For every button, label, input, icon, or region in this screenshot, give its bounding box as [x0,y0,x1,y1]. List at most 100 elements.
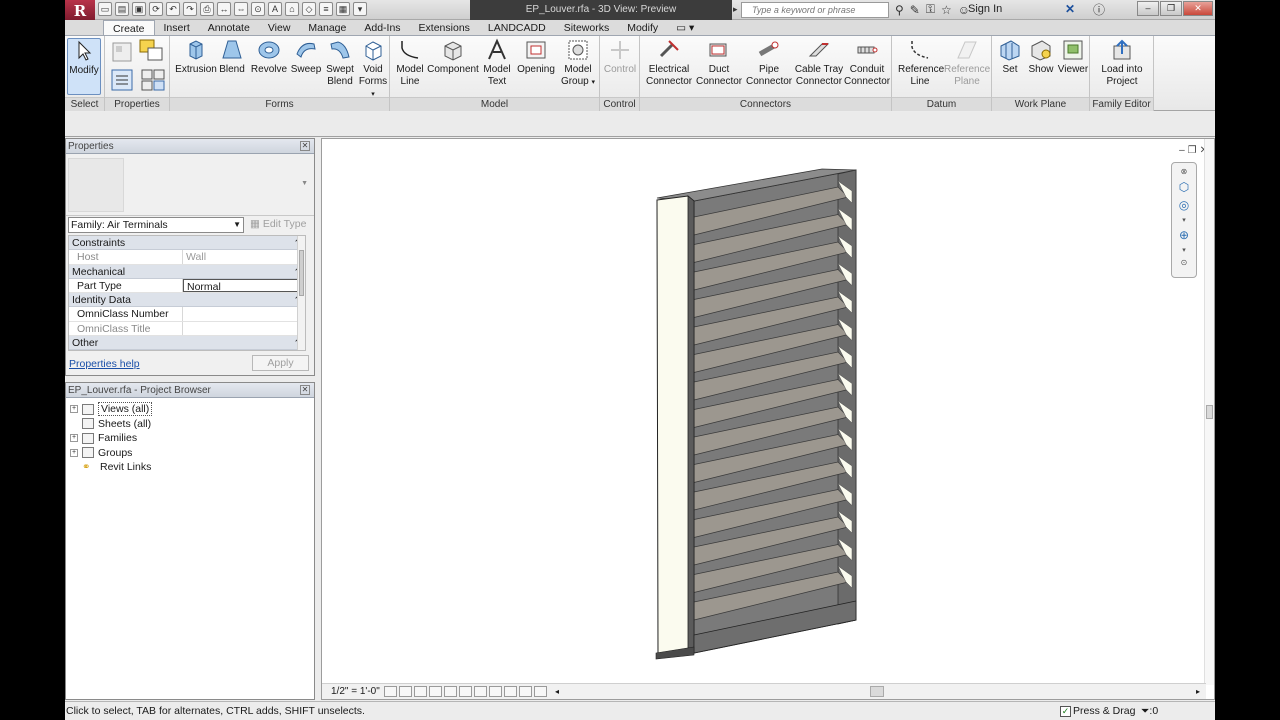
binoculars-icon[interactable]: ⚲ [895,3,904,17]
family-category-icon[interactable] [138,38,166,64]
search-input[interactable]: Type a keyword or phrase [741,2,889,18]
expand-icon[interactable]: + [70,448,78,457]
viewer-button[interactable]: Viewer [1056,38,1090,76]
steering-wheel-icon[interactable]: ◎ [1172,198,1196,212]
aligned-dimension-icon[interactable]: ⇔ [234,2,248,16]
communication-icon[interactable]: ✎ [910,3,920,17]
undo-icon[interactable]: ↶ [166,2,180,16]
crop-view-icon[interactable] [444,686,457,697]
shadows-icon[interactable] [429,686,442,697]
revolve-button[interactable]: Revolve [250,38,288,76]
tree-item-sheets[interactable]: Sheets (all) [70,417,152,432]
louver-3d-model[interactable] [652,165,892,665]
visual-style-icon[interactable] [399,686,412,697]
tag-icon[interactable]: ⊙ [251,2,265,16]
favorites-star-icon[interactable]: ☆ [941,3,952,17]
vertical-scrollbar[interactable] [1204,139,1214,685]
model-group-button[interactable]: Model Group ▾ [560,38,596,89]
type-selector[interactable]: ▼ [66,154,314,216]
family-filter-select[interactable]: Family: Air Terminals ▼ [68,217,244,233]
drawing-area-3d-view[interactable]: – ❐ ✕ ⊗ ⬡ ◎ ▾ ⊕ ▾ ⊙ [321,138,1215,700]
reference-plane-button[interactable]: Reference Plane [944,38,990,88]
section-icon[interactable]: ◇ [302,2,316,16]
viewcube-icon[interactable]: ⬡ [1172,180,1196,194]
open-folder-icon[interactable]: ▤ [115,2,129,16]
show-crop-region-icon[interactable] [459,686,472,697]
close-palette-icon[interactable]: ✕ [300,141,310,151]
selection-filter[interactable]: ⏷:0 [1141,702,1158,720]
edit-type-button[interactable]: ▦ Edit Type [250,218,306,230]
scrollbar-thumb[interactable] [1206,405,1213,419]
detail-level-icon[interactable] [384,686,397,697]
tab-siteworks[interactable]: Siteworks [555,20,619,35]
tab-manage[interactable]: Manage [299,20,355,35]
restore-view-icon[interactable]: ❐ [1188,145,1197,156]
subscription-key-icon[interactable]: ⚿ [926,2,935,17]
customize-qat-icon[interactable]: ▾ [353,2,367,16]
chevron-down-icon[interactable]: ▾ [1172,216,1196,224]
opening-button[interactable]: Opening [514,38,558,76]
properties-help-link[interactable]: Properties help [69,358,140,370]
restore-button[interactable]: ❐ [1160,1,1182,16]
press-drag-toggle[interactable]: ✓ Press & Drag [1060,702,1135,720]
set-work-plane-button[interactable]: Set [996,38,1024,76]
show-work-plane-button[interactable]: Show [1026,38,1056,76]
group-other[interactable]: Other ⌃ [69,336,305,350]
tree-item-groups[interactable]: + Groups [70,446,152,461]
model-line-button[interactable]: Model Line [394,38,426,88]
scroll-left-icon[interactable]: ◂ [555,687,559,696]
duct-connector-button[interactable]: Duct Connector [696,38,742,88]
tab-extensions[interactable]: Extensions [410,20,479,35]
blend-button[interactable]: Blend [218,38,246,76]
tab-modify[interactable]: Modify [618,20,667,35]
minimize-button[interactable]: – [1137,1,1159,16]
tab-landcadd[interactable]: LANDCADD [479,20,555,35]
cable-tray-connector-button[interactable]: Cable Tray Connector [794,38,844,88]
omniclass-number-field[interactable] [183,307,305,321]
sync-icon[interactable]: ⟳ [149,2,163,16]
load-into-project-button[interactable]: Load into Project [1096,38,1148,88]
view-scale[interactable]: 1/2" = 1'-0" [322,686,384,697]
thin-lines-icon[interactable]: ≡ [319,2,333,16]
navbar-settings-icon[interactable]: ⊙ [1172,258,1196,267]
family-types-icon[interactable] [140,68,166,92]
tree-item-families[interactable]: + Families [70,431,152,446]
minimize-view-icon[interactable]: – [1179,145,1185,156]
component-button[interactable]: Component [426,38,480,76]
horizontal-scroll-thumb[interactable] [870,686,884,697]
pipe-connector-button[interactable]: Pipe Connector [746,38,792,88]
text-icon[interactable]: A [268,2,282,16]
properties-scrollbar[interactable] [297,236,305,350]
checkbox-checked-icon[interactable]: ✓ [1060,705,1071,717]
sign-in-button[interactable]: Sign In [968,3,1002,15]
chevron-down-icon[interactable]: ▾ [1172,246,1196,254]
tab-annotate[interactable]: Annotate [199,20,259,35]
analytical-model-icon[interactable] [519,686,532,697]
type-properties-icon[interactable] [110,40,134,64]
tab-view[interactable]: View [259,20,300,35]
ribbon-minimize-toggle[interactable]: ▭ ▾ [667,20,703,35]
apply-button[interactable]: Apply [252,355,309,371]
control-button[interactable]: Control [602,38,638,76]
navbar-close-icon[interactable]: ⊗ [1172,167,1196,176]
highlight-displacement-icon[interactable] [534,686,547,697]
reveal-hidden-icon[interactable] [504,686,517,697]
void-forms-button[interactable]: Void Forms ▾ [358,38,388,101]
group-identity-data[interactable]: Identity Data ⌃ [69,293,305,307]
tab-add-ins[interactable]: Add-Ins [355,20,409,35]
save-icon[interactable]: ▣ [132,2,146,16]
group-mechanical[interactable]: Mechanical ⌃ [69,264,305,279]
application-menu-button[interactable]: R [65,0,95,22]
zoom-icon[interactable]: ⊕ [1172,228,1196,242]
close-palette-icon[interactable]: ✕ [300,385,310,395]
tree-item-views[interactable]: + Views (all) [70,402,153,417]
lock-3d-view-icon[interactable] [474,686,487,697]
switch-windows-icon[interactable]: ▦ [336,2,350,16]
temporary-hide-icon[interactable] [489,686,502,697]
expand-icon[interactable]: + [70,434,78,443]
part-type-field[interactable]: Normal [183,278,305,293]
conduit-connector-button[interactable]: Conduit Connector [844,38,890,88]
electrical-connector-button[interactable]: Electrical Connector [646,38,692,88]
sweep-button[interactable]: Sweep [288,38,324,76]
group-constraints[interactable]: Constraints ⌃ [69,236,305,250]
